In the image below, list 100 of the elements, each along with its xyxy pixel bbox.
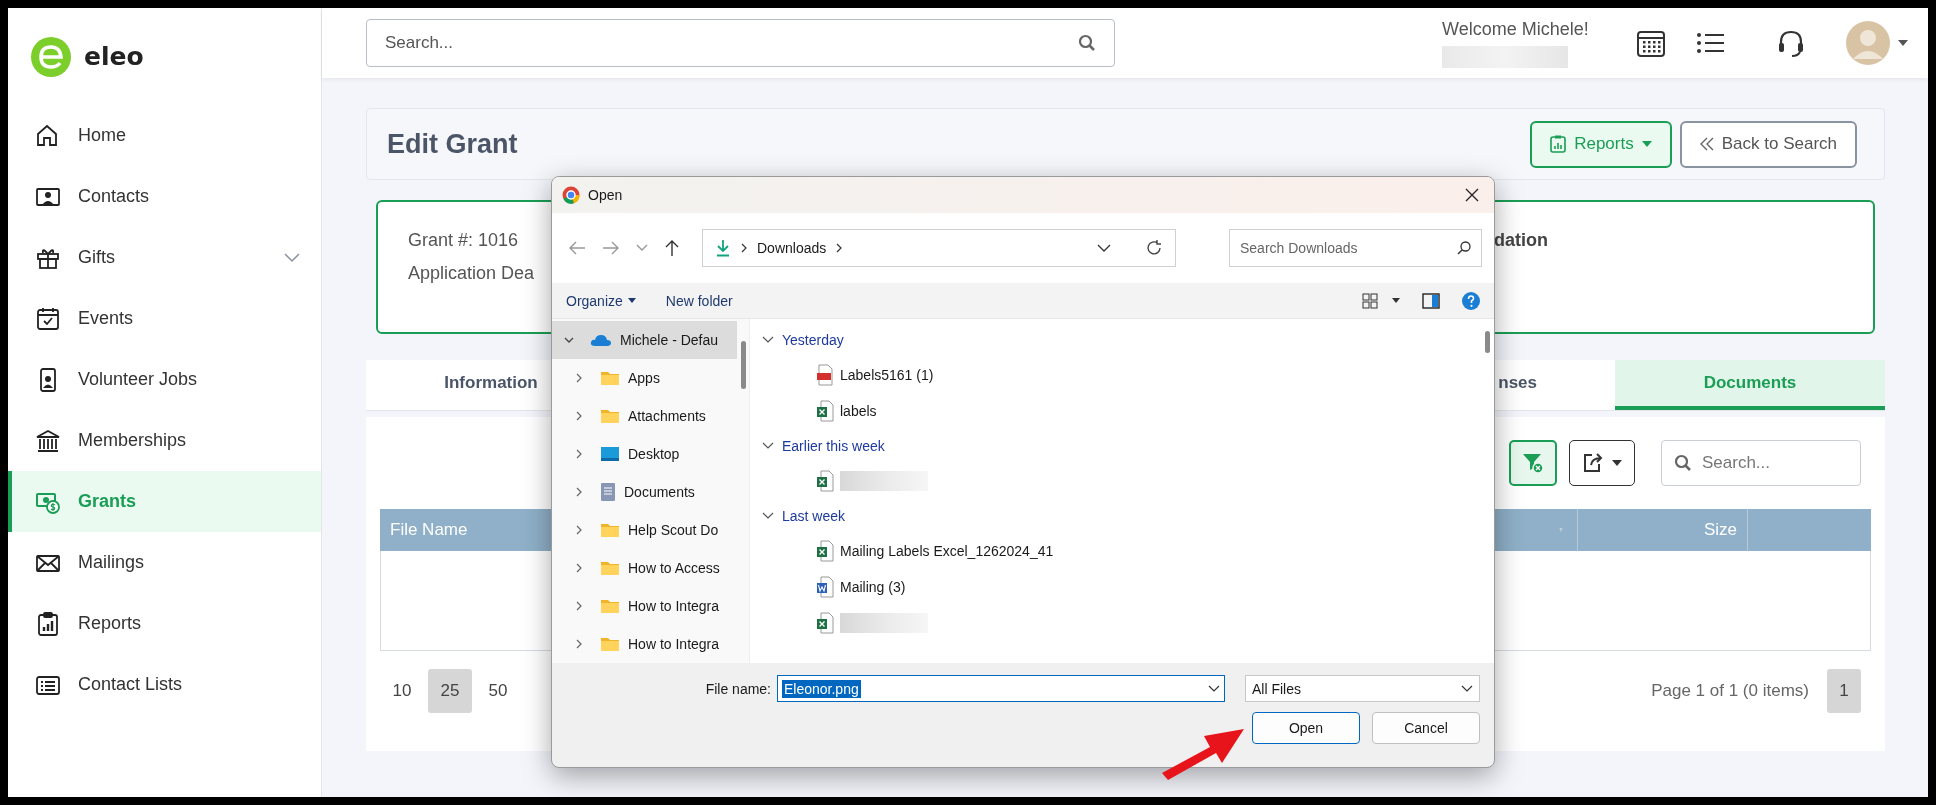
chevron-icon[interactable]: [574, 411, 584, 421]
back-button[interactable]: Back to Search: [1679, 120, 1857, 168]
back-arrow-icon[interactable]: [568, 240, 586, 256]
forward-arrow-icon[interactable]: [602, 240, 620, 256]
refresh-icon[interactable]: [1145, 239, 1163, 257]
chevron-icon[interactable]: [574, 487, 584, 497]
chevron-icon: [762, 442, 774, 450]
info-text: Grant #: 1016: [408, 230, 519, 251]
export-button[interactable]: [1569, 440, 1635, 486]
caret-icon: [1392, 298, 1400, 303]
scrollbar-thumb[interactable]: [740, 341, 746, 389]
file-name[interactable]: Mailing Labels Excel_1262024_41: [840, 543, 1054, 559]
close-icon: [1465, 188, 1479, 202]
logo-text: eleo: [84, 42, 144, 71]
group-header[interactable]: Last week: [750, 499, 1480, 533]
file-name[interactable]: Mailing (3): [840, 579, 906, 595]
page-number[interactable]: 1: [1827, 669, 1861, 713]
chevron-icon[interactable]: [574, 601, 584, 611]
search-field[interactable]: Search Downloads: [1229, 229, 1482, 267]
cloud-icon: [590, 333, 612, 347]
nav-item[interactable]: Gifts: [8, 227, 321, 288]
open-button[interactable]: Open: [1252, 712, 1360, 744]
up-arrow-icon[interactable]: [664, 239, 680, 257]
search-field[interactable]: Search...: [1661, 440, 1861, 486]
folder-icon: [600, 598, 620, 614]
nav-item[interactable]: Mailings: [8, 532, 321, 593]
search-field[interactable]: Search...: [366, 19, 1115, 67]
chevron-icon: [762, 336, 774, 344]
tree-item[interactable]: Attachments: [552, 397, 737, 435]
nav-item[interactable]: Contacts: [8, 166, 321, 227]
dropdown-icon[interactable]: [1097, 244, 1111, 252]
organize-menu[interactable]: Organize: [566, 292, 636, 309]
tree-item[interactable]: How to Access: [552, 549, 737, 587]
export-icon: [1582, 452, 1604, 474]
search-icon: [1457, 241, 1471, 255]
folder-icon: [600, 370, 620, 386]
breadcrumb[interactable]: Downloads: [757, 240, 827, 256]
chevron-icon[interactable]: [574, 639, 584, 649]
calendar-icon[interactable]: [1636, 28, 1666, 58]
folder-icon: [600, 522, 620, 538]
nav-item[interactable]: Events: [8, 288, 321, 349]
pager-info: Page 1 of 1 (0 items): [1651, 681, 1809, 701]
folder-icon: [600, 408, 620, 424]
filter-icon: [1522, 452, 1544, 474]
cancel-button[interactable]: Cancel: [1372, 712, 1480, 744]
caret-icon[interactable]: [1898, 40, 1908, 46]
file-name[interactable]: Labels5161 (1): [840, 367, 934, 383]
file-type-select[interactable]: All Files: [1245, 675, 1480, 702]
chevron-icon[interactable]: [574, 563, 584, 573]
filter-clear-button[interactable]: [1509, 440, 1557, 486]
browser-icon: [562, 186, 580, 204]
page-title: Edit Grant: [387, 128, 519, 160]
caret-icon: [627, 298, 636, 303]
info-text: Application Dea: [408, 263, 535, 284]
info-text: dation: [1494, 230, 1548, 250]
dropdown-icon: [1461, 685, 1473, 692]
dialog-title: Open: [588, 187, 624, 203]
tree-item[interactable]: Help Scout Do: [552, 511, 737, 549]
word-file-icon: [816, 576, 834, 598]
caret-icon: [1612, 460, 1622, 466]
tree-item[interactable]: How to Integra: [552, 587, 737, 625]
nav-item[interactable]: Memberships: [8, 410, 321, 471]
tree-item[interactable]: Michele - Defau: [552, 321, 737, 359]
nav-item[interactable]: Contact Lists: [8, 654, 321, 715]
nav-item[interactable]: Home: [8, 105, 321, 166]
list-icon[interactable]: [1696, 31, 1726, 55]
preview-pane-icon[interactable]: [1422, 292, 1440, 309]
chevron-icon: [283, 252, 301, 263]
tree-item[interactable]: Documents: [552, 473, 737, 511]
help-icon[interactable]: [1462, 291, 1480, 310]
file-name-field[interactable]: Eleonor.png: [777, 675, 1225, 702]
tree-item[interactable]: How to Integra: [552, 625, 737, 663]
scrollbar-thumb[interactable]: [1484, 331, 1490, 353]
nav-item[interactable]: Volunteer Jobs: [8, 349, 321, 410]
chevron-icon[interactable]: [574, 373, 584, 383]
tree-item[interactable]: Desktop: [552, 435, 737, 473]
dropdown-icon: [1208, 685, 1220, 692]
chevron-icon[interactable]: [574, 525, 584, 535]
clipboard-chart-icon: [1550, 135, 1567, 153]
chevron-icon: [741, 243, 747, 253]
tree-item[interactable]: Apps: [552, 359, 737, 397]
page-size-option[interactable]: 10: [380, 669, 424, 713]
page-size-option[interactable]: 25: [428, 669, 472, 713]
address-bar[interactable]: Downloads: [702, 229, 1176, 267]
file-name[interactable]: labels: [840, 403, 877, 419]
chevron-icon[interactable]: [564, 335, 574, 345]
chevron-icon: [762, 512, 774, 520]
view-button[interactable]: [1362, 292, 1400, 309]
search-icon: [1078, 34, 1096, 52]
group-header[interactable]: Earlier this week: [750, 429, 1480, 463]
nav-item[interactable]: Reports: [8, 593, 321, 654]
new-folder-button[interactable]: New folder: [665, 292, 733, 309]
caret-icon: [1641, 141, 1652, 147]
group-header[interactable]: Yesterday: [750, 323, 1480, 357]
page-size-option[interactable]: 50: [476, 669, 520, 713]
spreadsheet-file-icon: [816, 400, 834, 422]
headset-icon[interactable]: [1776, 28, 1806, 58]
field-label: File name:: [705, 680, 771, 697]
welcome-text: Welcome Michele!: [1442, 18, 1590, 40]
chevron-icon[interactable]: [574, 449, 584, 459]
